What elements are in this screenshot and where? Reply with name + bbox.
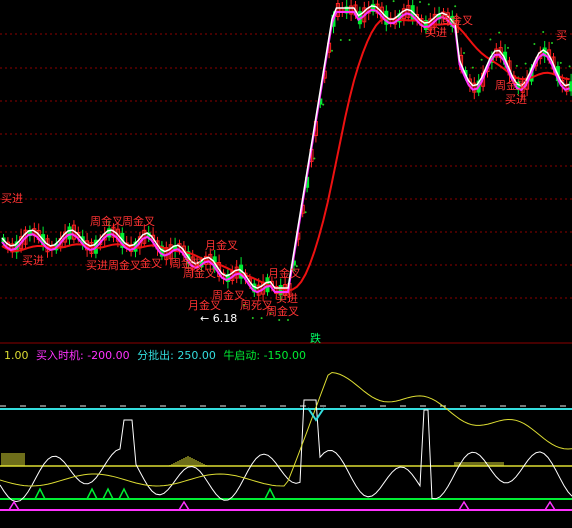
bull-start-marker [86, 487, 98, 500]
trail-dot [427, 3, 430, 6]
indicator-yellow-line [0, 371, 572, 487]
trail-dot [542, 31, 545, 34]
trail-dot [551, 42, 553, 45]
chart-window: 买进 买进 周金叉 周金叉 月金叉 月金叉 买进 周金叉 周金叉 周金叉 月金叉… [0, 0, 572, 528]
indicator-panel[interactable] [0, 340, 572, 528]
trail-dot [331, 49, 333, 52]
trail-dot [348, 39, 351, 41]
signal-label: 周金叉 [90, 215, 123, 228]
signal-label: 买进 [1, 192, 23, 205]
trail-dot [260, 317, 263, 320]
signal-label: 周金叉 [122, 215, 155, 228]
bull-start-marker [264, 487, 276, 500]
trail-dot [533, 42, 536, 45]
signal-label: 周金叉 [108, 259, 141, 272]
trail-dot [313, 157, 316, 160]
trail-dot [454, 5, 457, 8]
trail-dot [304, 211, 307, 214]
buy-signal-marker [544, 500, 556, 511]
trail-dot [339, 39, 342, 41]
trail-dot [287, 319, 289, 321]
trail-dot [568, 65, 571, 68]
trail-dot [251, 316, 254, 319]
trail-dot [471, 66, 474, 69]
signal-label: 周金叉 [266, 305, 299, 318]
trail-dot [392, 0, 395, 3]
buy-signal-marker [458, 500, 470, 511]
trail-dot [507, 46, 509, 49]
signal-label: 买进 [276, 292, 298, 305]
signal-label: 周金叉 [170, 257, 203, 270]
signal-label: 周金叉 [495, 79, 528, 92]
trail-dot [515, 64, 518, 67]
trail-dot [559, 61, 562, 64]
trail-dot [463, 52, 465, 55]
bull-start-marker [102, 487, 114, 500]
trail-dot [489, 38, 492, 41]
candle-body [67, 226, 72, 240]
indicator-white-line [0, 399, 572, 503]
signal-label: 买进 [425, 26, 447, 39]
signal-label: 买进 [505, 93, 527, 106]
buy-signal-marker [178, 500, 190, 511]
trail-dot [278, 319, 281, 321]
trail-dot [498, 31, 501, 34]
trail-dot [524, 62, 527, 65]
signal-label: 买 [556, 29, 567, 42]
signal-label: 买进 [22, 254, 44, 267]
trail-dot [322, 103, 325, 106]
signal-label: 买进 [86, 259, 108, 272]
bull-start-marker [34, 487, 46, 500]
buy-signal-marker [8, 500, 20, 511]
signal-label: 月金叉 [205, 239, 238, 252]
bull-start-marker [118, 487, 130, 500]
signal-label: 金叉 [140, 257, 162, 270]
low-price-marker: ← 6.18 [200, 312, 238, 325]
signal-label: 月金叉 [268, 267, 301, 280]
trail-dot [480, 58, 483, 61]
trail-dot [419, 1, 421, 4]
signal-label: 月金叉 [188, 299, 221, 312]
